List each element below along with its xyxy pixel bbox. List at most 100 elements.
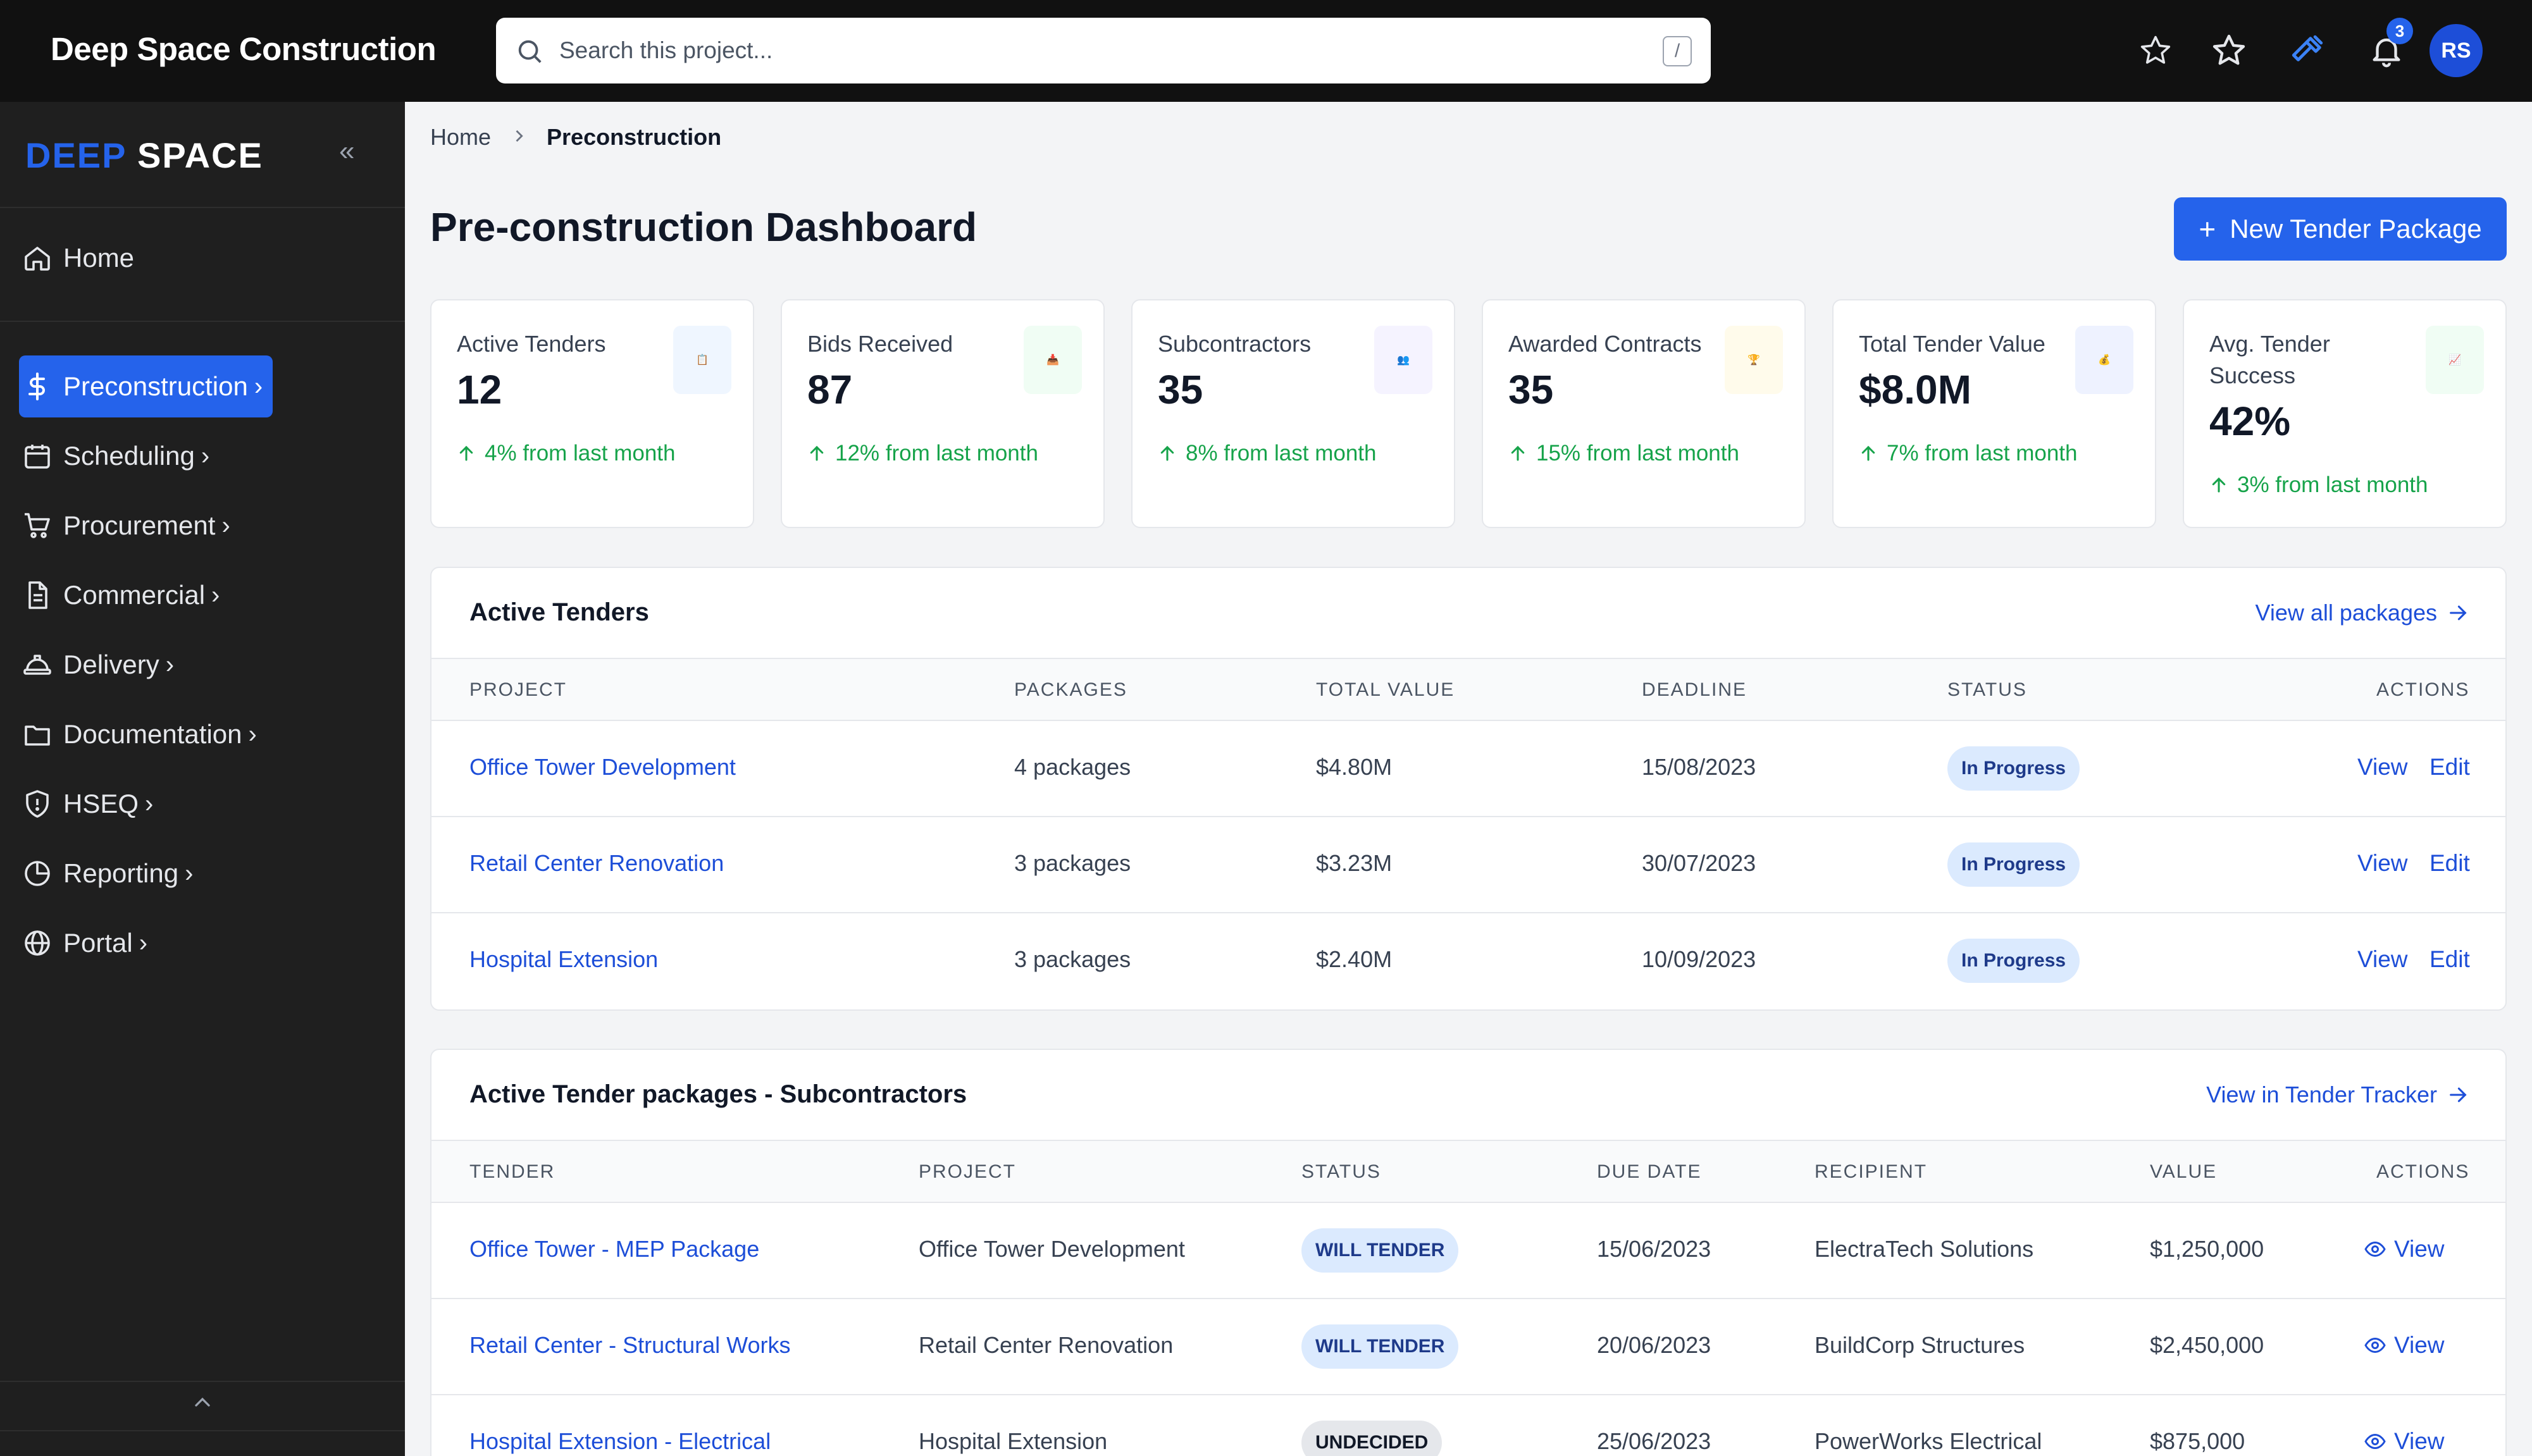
arrow-right-icon	[2450, 605, 2467, 620]
breadcrumb-home[interactable]: Home	[430, 124, 491, 151]
avatar[interactable]: RS	[2430, 24, 2483, 77]
total-value: $3.23M	[1316, 850, 1393, 876]
app-title: Deep Space Construction	[51, 31, 437, 67]
table-row[interactable]: Hospital Extension 3 packages $2.40M 10/…	[431, 913, 2505, 1009]
stat-card-avg-tender-success[interactable]: Avg. Tender Success 42% 3% from last mon…	[2183, 299, 2507, 528]
chevron-right-icon: ›	[248, 720, 257, 748]
chevron-right-icon: ›	[185, 859, 194, 887]
star-icon[interactable]	[2207, 28, 2251, 73]
sidebar-item-label: Procurement	[63, 510, 216, 540]
project-link[interactable]: Hospital Extension	[469, 946, 658, 973]
column-header[interactable]: DUE DATE	[1597, 1161, 1701, 1183]
breadcrumb-current: Preconstruction	[547, 124, 722, 150]
recipient: BuildCorp Structures	[1815, 1332, 2025, 1358]
sidebar-item-commercial[interactable]: Commercial ›	[19, 564, 228, 626]
column-header[interactable]: STATUS	[1301, 1161, 1381, 1183]
stat-card-subcontractors[interactable]: Subcontractors 35 8% from last month 👥	[1131, 299, 1455, 528]
stat-change: 12% from last month	[807, 441, 1038, 466]
column-header[interactable]: STATUS	[1947, 679, 2027, 701]
chevron-right-icon: ›	[165, 650, 175, 679]
column-header[interactable]: DEADLINE	[1642, 679, 1747, 701]
table-header: TENDER PROJECT STATUS DUE DATE RECIPIENT…	[431, 1140, 2505, 1203]
sidebar-item-preconstruction[interactable]: Preconstruction ›	[19, 355, 273, 417]
sidebar-item-label: Home	[63, 243, 135, 273]
eye-icon	[2364, 1433, 2386, 1450]
view-button[interactable]: View	[2357, 850, 2408, 877]
column-header[interactable]: PROJECT	[469, 679, 567, 701]
search-box[interactable]: /	[496, 18, 1711, 83]
edit-button[interactable]: Edit	[2430, 754, 2470, 780]
stat-value: 12	[457, 367, 502, 412]
search-input[interactable]	[559, 30, 1508, 71]
sidebar-item-reporting[interactable]: Reporting ›	[19, 842, 202, 904]
tender-link[interactable]: Office Tower - MEP Package	[469, 1236, 759, 1262]
sidebar-item-scheduling[interactable]: Scheduling ›	[19, 425, 218, 487]
column-header[interactable]: VALUE	[2150, 1161, 2217, 1183]
stat-label: Subcontractors	[1158, 331, 1312, 357]
stat-change: 3% from last month	[2209, 472, 2428, 498]
sidebar-item-label: Scheduling	[63, 441, 195, 471]
edit-button[interactable]: Edit	[2430, 946, 2470, 973]
total-value: $2.40M	[1316, 946, 1393, 972]
view-button[interactable]: View	[2364, 1236, 2445, 1262]
star-outline-icon[interactable]	[2133, 28, 2178, 73]
project-link[interactable]: Office Tower Development	[469, 754, 736, 780]
sidebar-logo[interactable]: DEEP SPACE	[25, 135, 263, 176]
sidebar-item-home[interactable]: Home	[19, 227, 143, 289]
table-row[interactable]: Office Tower - MEP Package Office Tower …	[431, 1203, 2505, 1299]
active-tenders-panel: Active Tenders View all packages PROJECT…	[430, 567, 2507, 1011]
search-icon	[518, 40, 542, 63]
folder-icon	[19, 716, 56, 753]
view-button[interactable]: View	[2364, 1332, 2445, 1359]
view-button[interactable]: View	[2357, 754, 2408, 780]
view-all-packages-link[interactable]: View all packages	[2255, 600, 2469, 626]
table-row[interactable]: Retail Center Renovation 3 packages $3.2…	[431, 817, 2505, 913]
tender-link[interactable]: Hospital Extension - Electrical	[469, 1428, 771, 1455]
project-link[interactable]: Retail Center Renovation	[469, 850, 724, 877]
stat-card-active-tenders[interactable]: Active Tenders 12 4% from last month 📋	[430, 299, 754, 528]
sidebar-item-hseq[interactable]: HSEQ ›	[19, 773, 162, 835]
cart-icon	[19, 507, 56, 544]
edit-button[interactable]: Edit	[2430, 850, 2470, 877]
recipient: PowerWorks Electrical	[1815, 1428, 2042, 1454]
column-header[interactable]: TOTAL VALUE	[1316, 679, 1455, 701]
sidebar: DEEP SPACE « Home Preconstruction › Sche…	[0, 102, 405, 1456]
view-button[interactable]: View	[2364, 1428, 2445, 1455]
column-header[interactable]: PROJECT	[919, 1161, 1016, 1183]
collapse-sidebar-button[interactable]: «	[339, 137, 354, 165]
sidebar-item-portal[interactable]: Portal ›	[19, 912, 156, 974]
status-badge: In Progress	[1947, 842, 2080, 887]
column-header[interactable]: TENDER	[469, 1161, 555, 1183]
stat-label: Total Tender Value	[1859, 331, 2045, 357]
chevron-up-icon[interactable]	[190, 1390, 215, 1418]
view-in-tender-tracker-link[interactable]: View in Tender Tracker	[2206, 1082, 2469, 1108]
sidebar-item-procurement[interactable]: Procurement ›	[19, 495, 239, 557]
chevron-right-icon: ›	[221, 511, 230, 540]
chevron-right-icon: ›	[145, 789, 154, 818]
stat-card-awarded-contracts[interactable]: Awarded Contracts 35 15% from last month…	[1482, 299, 1806, 528]
sidebar-divider	[0, 1430, 405, 1431]
users-icon: 👥	[1374, 326, 1432, 394]
table-row[interactable]: Retail Center - Structural Works Retail …	[431, 1299, 2505, 1395]
stat-card-bids-received[interactable]: Bids Received 87 12% from last month 📥	[781, 299, 1105, 528]
sidebar-item-documentation[interactable]: Documentation ›	[19, 703, 266, 765]
sidebar-divider	[0, 321, 405, 322]
view-button[interactable]: View	[2357, 946, 2408, 973]
stat-card-total-tender-value[interactable]: Total Tender Value $8.0M 7% from last mo…	[1832, 299, 2156, 528]
inbox-icon: 📥	[1024, 326, 1082, 394]
sidebar-item-delivery[interactable]: Delivery ›	[19, 634, 183, 696]
deadline: 15/08/2023	[1642, 754, 1756, 780]
panel-title: Active Tenders	[469, 598, 649, 626]
column-header[interactable]: RECIPIENT	[1815, 1161, 1927, 1183]
tender-link[interactable]: Retail Center - Structural Works	[469, 1332, 790, 1359]
breadcrumb: Home Preconstruction	[430, 124, 721, 151]
value: $2,450,000	[2150, 1332, 2264, 1358]
table-row[interactable]: Hospital Extension - Electrical Hospital…	[431, 1395, 2505, 1456]
table-header: PROJECT PACKAGES TOTAL VALUE DEADLINE ST…	[431, 658, 2505, 721]
column-header[interactable]: PACKAGES	[1014, 679, 1127, 701]
value: $875,000	[2150, 1428, 2245, 1454]
hammer-icon[interactable]	[2285, 28, 2330, 73]
table-row[interactable]: Office Tower Development 4 packages $4.8…	[431, 721, 2505, 817]
new-tender-package-button[interactable]: + New Tender Package	[2174, 197, 2507, 261]
sidebar-item-label: Portal	[63, 928, 133, 958]
